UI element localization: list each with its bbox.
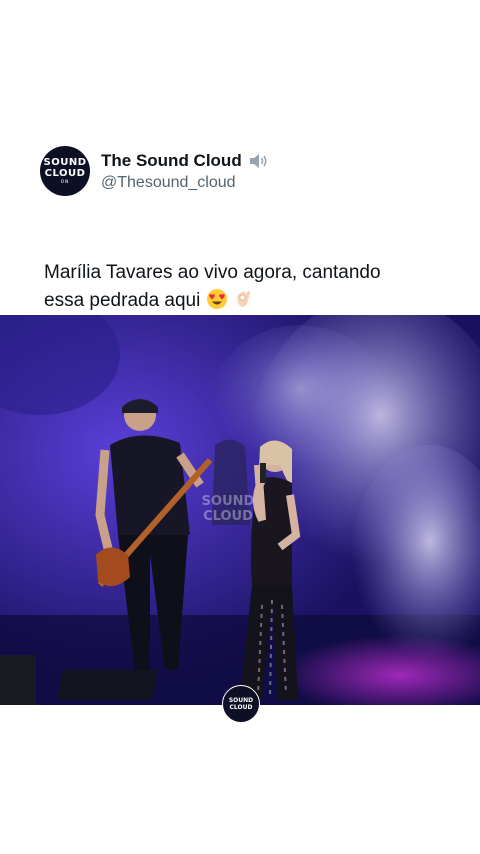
speaker-icon — [249, 154, 267, 168]
avatar-text-line1: SOUND — [43, 157, 87, 168]
tweet-text: Marília Tavares ao vivo agora, cantando … — [44, 259, 444, 315]
tweet-text-line1: Marília Tavares ao vivo agora, cantando — [44, 262, 381, 283]
tweet-text-line2: essa pedrada aqui — [44, 290, 201, 311]
concert-video-frame: SOUND CLOUD — [0, 315, 480, 705]
handle[interactable]: @Thesound_cloud — [101, 174, 270, 192]
tweet-text-line2-wrap: essa pedrada aqui — [44, 287, 444, 315]
heart-eyes-emoji-icon — [206, 289, 227, 309]
video-overlay-logo-line1: SOUND — [202, 494, 255, 509]
watermark-line2: CLOUD — [229, 704, 253, 711]
watermark-logo: SOUND CLOUD — [222, 685, 260, 723]
display-name-text: The Sound Cloud — [101, 151, 242, 170]
video-overlay-logo-line2: CLOUD — [203, 509, 253, 524]
watermark-line1: SOUND — [228, 697, 254, 704]
tweet-header: SOUND CLOUD ON The Sound Cloud @Thesound… — [40, 146, 440, 198]
avatar-subtext: ON — [60, 179, 70, 184]
display-name[interactable]: The Sound Cloud — [101, 150, 270, 172]
account-names: The Sound Cloud @Thesound_cloud — [101, 150, 270, 192]
ok-hand-emoji-icon — [237, 290, 250, 307]
video-player[interactable]: SOUND CLOUD — [0, 315, 480, 705]
avatar-text-line2: CLOUD — [44, 168, 86, 179]
avatar[interactable]: SOUND CLOUD ON — [40, 146, 90, 196]
